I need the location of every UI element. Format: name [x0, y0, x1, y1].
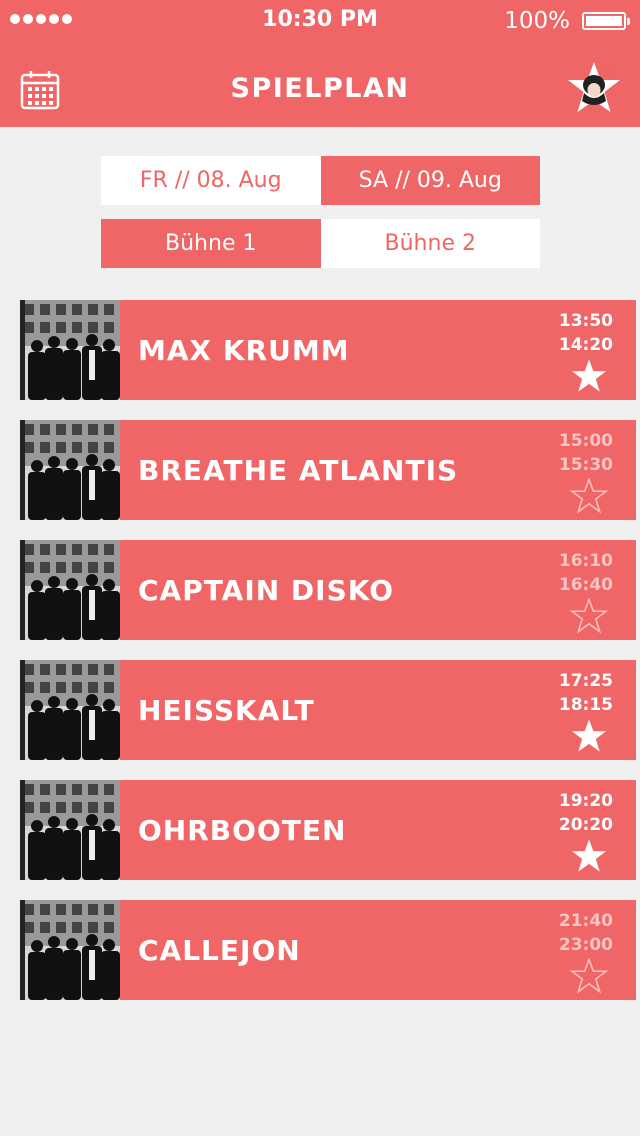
day-selector: FR // 08. Aug SA // 09. Aug: [101, 156, 540, 205]
status-bar: 10:30 PM 100%: [0, 0, 640, 42]
favorite-star-icon[interactable]: [570, 958, 608, 994]
schedule-row[interactable]: MAX KRUMM 13:50 14:20: [20, 300, 636, 400]
schedule-row[interactable]: CAPTAIN DISKO 16:10 16:40: [20, 540, 636, 640]
schedule-list: MAX KRUMM 13:50 14:20 BREATHE ATLANTIS 1…: [20, 300, 636, 1020]
start-time: 19:20: [558, 791, 613, 811]
end-time: 18:15: [558, 695, 613, 715]
favorite-star-icon[interactable]: [570, 718, 608, 754]
schedule-row[interactable]: HEISSKALT 17:25 18:15: [20, 660, 636, 760]
schedule-row[interactable]: OHRBOOTEN 19:20 20:20: [20, 780, 636, 880]
stage-option-1[interactable]: Bühne 1: [101, 219, 321, 268]
star-avatar-icon[interactable]: [566, 60, 622, 116]
set-times: 16:10 16:40: [559, 549, 613, 597]
band-photo: [20, 420, 120, 520]
end-time: 14:20: [558, 335, 613, 355]
schedule-row[interactable]: CALLEJON 21:40 23:00: [20, 900, 636, 1000]
band-name: CAPTAIN DISKO: [138, 573, 395, 607]
start-time: 17:25: [558, 671, 613, 691]
band-photo: [20, 540, 120, 640]
band-photo: [20, 660, 120, 760]
favorite-star-icon[interactable]: [570, 598, 608, 634]
band-name: BREATHE ATLANTIS: [138, 453, 459, 487]
page-title: SPIELPLAN: [230, 73, 410, 104]
set-times: 15:00 15:30: [559, 429, 613, 477]
favorite-star-icon[interactable]: [570, 838, 608, 874]
band-name: OHRBOOTEN: [138, 813, 347, 847]
start-time: 15:00: [558, 431, 613, 451]
battery-icon: [582, 12, 630, 30]
band-name: CALLEJON: [138, 933, 301, 967]
band-name: HEISSKALT: [138, 693, 315, 727]
end-time: 23:00: [558, 935, 613, 955]
set-times: 19:20 20:20: [559, 789, 613, 837]
favorite-star-icon[interactable]: [570, 478, 608, 514]
favorite-star-icon[interactable]: [570, 358, 608, 394]
end-time: 15:30: [558, 455, 613, 475]
set-times: 17:25 18:15: [559, 669, 613, 717]
start-time: 21:40: [558, 911, 613, 931]
stage-selector: Bühne 1 Bühne 2: [101, 219, 540, 268]
start-time: 13:50: [558, 311, 613, 331]
set-times: 13:50 14:20: [559, 309, 613, 357]
end-time: 16:40: [558, 575, 613, 595]
band-photo: [20, 300, 120, 400]
set-times: 21:40 23:00: [559, 909, 613, 957]
band-name: MAX KRUMM: [138, 333, 350, 367]
band-photo: [20, 900, 120, 1000]
day-option-saturday[interactable]: SA // 09. Aug: [320, 156, 540, 205]
end-time: 20:20: [558, 815, 613, 835]
battery-percentage: 100%: [504, 8, 570, 34]
schedule-row[interactable]: BREATHE ATLANTIS 15:00 15:30: [20, 420, 636, 520]
start-time: 16:10: [558, 551, 613, 571]
stage-option-2[interactable]: Bühne 2: [320, 219, 540, 268]
app-header: 10:30 PM 100% SPIELPLAN: [0, 0, 640, 127]
band-photo: [20, 780, 120, 880]
day-option-friday[interactable]: FR // 08. Aug: [101, 156, 321, 205]
